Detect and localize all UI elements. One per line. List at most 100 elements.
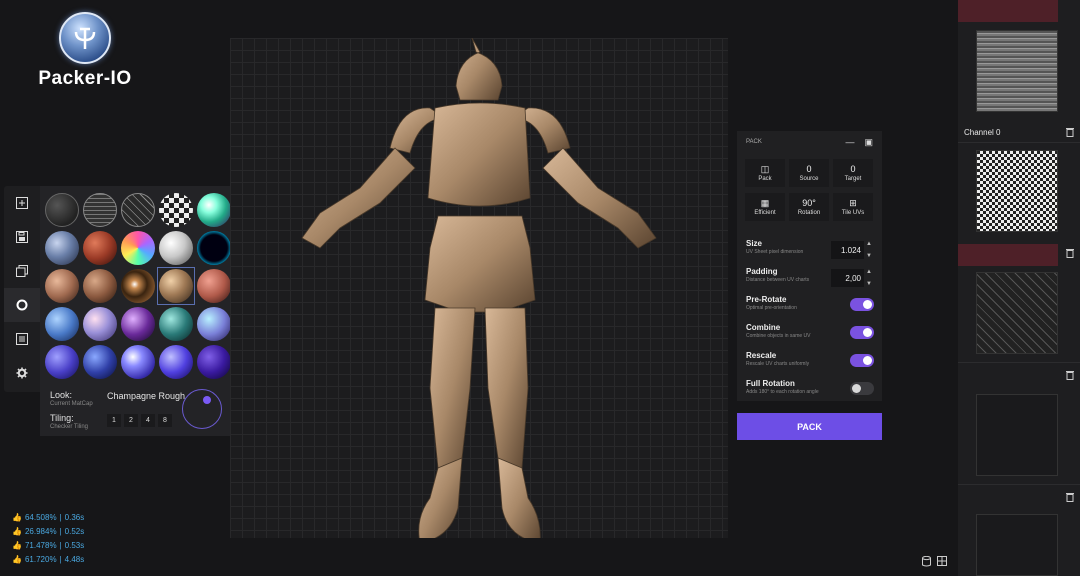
thumbs-up-icon: 👍 xyxy=(12,526,22,536)
tile-uvs-button[interactable]: ⊞ Tile UVs xyxy=(833,193,873,221)
minimize-icon[interactable]: — xyxy=(845,137,854,148)
matcap-checker-sphere[interactable] xyxy=(158,192,194,228)
stat-row: 👍 61.720% | 4.48s xyxy=(12,554,85,564)
list-icon xyxy=(16,333,28,345)
app-logo: Packer-IO xyxy=(30,12,140,90)
pack-stats: 👍 64.508% | 0.36s 👍 26.984% | 0.52s 👍 71.478… xyxy=(12,510,84,566)
window-icon[interactable]: ▣ xyxy=(864,137,873,148)
3d-viewport[interactable] xyxy=(230,38,728,538)
thumbs-up-icon: 👍 xyxy=(12,512,22,522)
matcap-champagne-sphere[interactable] xyxy=(157,267,195,305)
combine-setting: Combine Combine objects in same UV xyxy=(746,323,874,347)
channel-thumbnail-empty[interactable] xyxy=(976,394,1058,476)
matcap-red-sphere[interactable] xyxy=(82,230,118,266)
matcap-chrome-sphere[interactable] xyxy=(120,268,156,304)
rotation-button[interactable]: 90° Rotation xyxy=(789,193,829,221)
light-direction-widget[interactable] xyxy=(182,389,222,429)
rescale-toggle[interactable] xyxy=(850,354,874,367)
matcap-violet-sphere[interactable] xyxy=(120,306,156,342)
channel-thumbnail[interactable] xyxy=(976,272,1058,354)
pack-stats-row: ◫ Pack 0 Source 0 Target xyxy=(737,159,882,187)
matcap-rainbow-sphere[interactable] xyxy=(120,230,156,266)
tiling-option-4[interactable]: 4 xyxy=(141,414,155,427)
save-button[interactable] xyxy=(4,220,40,254)
matcap-royal-sphere[interactable] xyxy=(158,344,194,380)
matcap-skin-sphere[interactable] xyxy=(44,268,80,304)
pack-panel-title: PACK xyxy=(746,139,762,145)
trash-icon[interactable] xyxy=(1066,248,1074,258)
logo-text: Packer-IO xyxy=(38,68,132,89)
tiling-sublabel: Checker Tiling xyxy=(50,424,89,430)
padding-input[interactable]: 2,00 xyxy=(831,269,864,287)
thumbs-up-icon: 👍 xyxy=(12,554,22,564)
pack-panel: PACK — ▣ ◫ Pack 0 Source 0 Target ▦ Effi… xyxy=(737,131,882,401)
matcap-grid xyxy=(44,192,232,380)
matcap-blue-grey-sphere[interactable] xyxy=(44,230,80,266)
target-count[interactable]: 0 Target xyxy=(833,159,873,187)
padding-stepper[interactable]: ▲ ▼ xyxy=(865,269,873,287)
trash-icon[interactable] xyxy=(1066,492,1074,502)
tiling-label: Tiling: Checker Tiling xyxy=(50,413,89,430)
matcap-sky-sphere[interactable] xyxy=(44,306,80,342)
matcap-frost-sphere[interactable] xyxy=(120,344,156,380)
channel-thumbnail-empty[interactable] xyxy=(976,514,1058,576)
matcap-deep-purple-sphere[interactable] xyxy=(196,344,232,380)
trash-icon[interactable] xyxy=(1066,370,1074,380)
matcap-wireframe-sphere[interactable] xyxy=(120,192,156,228)
size-stepper[interactable]: ▲ ▼ xyxy=(865,241,873,259)
source-count[interactable]: 0 Source xyxy=(789,159,829,187)
thumbs-up-icon: 👍 xyxy=(12,540,22,550)
matcap-indigo-sphere[interactable] xyxy=(44,344,80,380)
stat-row: 👍 26.984% | 0.52s xyxy=(12,526,85,536)
tiling-option-1[interactable]: 1 xyxy=(107,414,121,427)
matcap-glow-sphere[interactable] xyxy=(196,230,232,266)
list-button[interactable] xyxy=(4,322,40,356)
tiling-option-2[interactable]: 2 xyxy=(124,414,138,427)
size-input[interactable]: 1.024 xyxy=(831,241,864,259)
tiling-options: 1 2 4 8 xyxy=(107,414,172,427)
matcap-navy-sphere[interactable] xyxy=(82,344,118,380)
combine-toggle[interactable] xyxy=(850,326,874,339)
pack-icon: ◫ xyxy=(760,164,770,174)
light-direction-handle[interactable] xyxy=(203,396,211,404)
channel-0-label: Channel 0 xyxy=(964,128,1001,137)
full-rotation-setting: Full Rotation Adds 180° to each rotation… xyxy=(746,379,874,403)
matcap-white-sphere[interactable] xyxy=(158,230,194,266)
pack-mode-button[interactable]: ◫ Pack xyxy=(745,159,785,187)
layers-icon xyxy=(16,265,28,277)
channel-header-bar[interactable] xyxy=(958,244,1058,266)
tiling-option-8[interactable]: 8 xyxy=(158,414,172,427)
padding-setting: Padding Distance between UV charts 2,00 … xyxy=(746,267,873,287)
channel-header-bar[interactable] xyxy=(958,0,1058,22)
matcap-iridescent-sphere[interactable] xyxy=(196,192,232,228)
matcap-pearl-sphere[interactable] xyxy=(82,306,118,342)
left-toolbar xyxy=(4,186,40,392)
stat-row: 👍 64.508% | 0.36s xyxy=(12,512,85,522)
knight-model xyxy=(301,38,657,538)
matcap-coral-sphere[interactable] xyxy=(196,268,232,304)
settings-button[interactable] xyxy=(4,356,40,390)
separator xyxy=(958,484,1080,485)
database-icon[interactable] xyxy=(922,556,931,567)
save-icon xyxy=(16,231,28,243)
circle-icon xyxy=(16,299,28,311)
layers-button[interactable] xyxy=(4,254,40,288)
channel-thumbnail[interactable] xyxy=(976,30,1058,112)
matcap-panel: Look: Current MatCap Champagne Rough Til… xyxy=(40,186,232,436)
pre-rotate-toggle[interactable] xyxy=(850,298,874,311)
pack-button[interactable]: PACK xyxy=(737,413,882,440)
efficient-button[interactable]: ▦ Efficient xyxy=(745,193,785,221)
matcap-clay-sphere[interactable] xyxy=(82,268,118,304)
full-rotation-toggle[interactable] xyxy=(850,382,874,395)
add-button[interactable] xyxy=(4,186,40,220)
matcap-button[interactable] xyxy=(4,288,40,322)
matcap-lilac-sphere[interactable] xyxy=(196,306,232,342)
trash-icon[interactable] xyxy=(1066,127,1074,137)
look-sublabel: Current MatCap xyxy=(50,401,93,407)
grid-view-icon[interactable] xyxy=(937,556,947,566)
look-label: Look: Current MatCap xyxy=(50,390,93,407)
matcap-wireframe-sphere[interactable] xyxy=(82,192,118,228)
matcap-teal-sphere[interactable] xyxy=(158,306,194,342)
matcap-wireframe-sphere[interactable] xyxy=(44,192,80,228)
channel-0-thumbnail[interactable] xyxy=(976,150,1058,232)
